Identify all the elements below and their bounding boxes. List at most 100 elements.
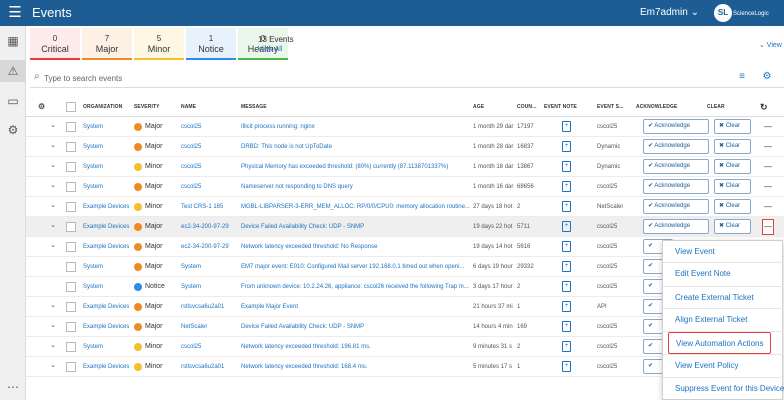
event-note-icon[interactable]: + [562,221,571,232]
view-dropdown[interactable]: ⌄ View [759,41,782,50]
hamburger-menu-icon[interactable]: ☰ [7,4,23,22]
organization-link[interactable]: System [83,277,131,297]
list-view-icon[interactable]: ≡ [736,70,748,84]
organization-link[interactable]: Example Devices [83,197,131,217]
expand-chevron-icon[interactable]: ⌄ [48,177,58,197]
events-alert-icon[interactable]: ⚠ [0,60,26,82]
row-checkbox[interactable] [66,322,76,332]
row-checkbox[interactable] [66,302,76,312]
row-checkbox[interactable] [66,142,76,152]
row-checkbox[interactable] [66,282,76,292]
row-actions-icon[interactable]: — [762,137,774,157]
row-actions-icon[interactable]: — [762,197,774,217]
device-name-link[interactable]: System [181,257,239,277]
event-note-icon[interactable]: + [562,361,571,372]
event-note-icon[interactable]: + [562,261,571,272]
col-event-source[interactable]: EVENT S... [597,97,624,117]
device-name-link[interactable]: ec2-34-200-97-29 [181,237,239,257]
device-name-link[interactable]: NetScaler [181,317,239,337]
organization-link[interactable]: System [83,257,131,277]
expand-chevron-icon[interactable]: ⌄ [48,117,58,137]
expand-chevron-icon[interactable]: ⌄ [48,157,58,177]
organization-link[interactable]: Example Devices [83,297,131,317]
device-name-link[interactable]: rstlsvcsa6u2a01 [181,297,239,317]
menu-item-view-event[interactable]: View Event [663,241,784,263]
menu-item-edit-event-note[interactable]: Edit Event Note [663,263,784,285]
row-checkbox[interactable] [66,362,76,372]
dashboard-icon[interactable]: ▦ [0,30,26,52]
acknowledge-button[interactable]: ✔ Acknowledge [643,119,709,134]
table-row[interactable]: ⌄ System Minor cscol25 Physical Memory has e… [26,157,784,177]
acknowledge-button[interactable]: ✔ Acknowledge [643,199,709,214]
device-name-link[interactable]: ec2-34-200-97-29 [181,217,239,237]
refresh-icon[interactable]: ↻ [760,97,768,117]
message-link[interactable]: EM7 major event: E010: Configured Mail s… [241,257,471,277]
message-link[interactable]: Network latency exceeded threshold: 168.… [241,357,471,377]
clear-button[interactable]: ✖ Clear [714,219,751,234]
more-nav-icon[interactable]: ⋯ [0,376,26,398]
severity-card-minor[interactable]: 5 Minor [134,28,184,60]
row-actions-icon[interactable]: — [762,219,774,235]
column-settings-icon[interactable]: ⚙ [38,97,45,117]
col-severity[interactable]: SEVERITY [134,97,160,117]
expand-chevron-icon[interactable]: ⌄ [48,357,58,377]
message-link[interactable]: MGBL-LIBPARSER-3-ERR_MEM_ALLOC: RP/0/0/C… [241,197,471,217]
event-note-icon[interactable]: + [562,301,571,312]
message-link[interactable]: Device Failed Availability Check: UDP - … [241,317,471,337]
devices-monitor-icon[interactable]: ▭ [0,90,26,112]
row-checkbox[interactable] [66,162,76,172]
expand-chevron-icon[interactable]: ⌄ [48,217,58,237]
organization-link[interactable]: System [83,117,131,137]
event-note-icon[interactable]: + [562,201,571,212]
organization-link[interactable]: Example Devices [83,237,131,257]
organization-link[interactable]: System [83,137,131,157]
col-age[interactable]: AGE [473,97,484,117]
event-note-icon[interactable]: + [562,161,571,172]
organization-link[interactable]: Example Devices [83,217,131,237]
row-checkbox[interactable] [66,342,76,352]
expand-chevron-icon[interactable]: ⌄ [48,297,58,317]
device-name-link[interactable]: cscol25 [181,137,239,157]
event-note-icon[interactable]: + [562,321,571,332]
severity-card-major[interactable]: 7 Major [82,28,132,60]
expand-chevron-icon[interactable]: ⌄ [48,337,58,357]
device-name-link[interactable]: cscol25 [181,157,239,177]
expand-chevron-icon[interactable]: ⌄ [48,137,58,157]
device-name-link[interactable]: cscol25 [181,337,239,357]
table-row[interactable]: ⌄ System Major cscol25 Illicit process runni… [26,117,784,137]
clear-button[interactable]: ✖ Clear [714,159,751,174]
organization-link[interactable]: Example Devices [83,357,131,377]
row-checkbox[interactable] [66,122,76,132]
menu-item-align-external-ticket[interactable]: Align External Ticket [663,309,784,331]
message-link[interactable]: Example Major Event [241,297,471,317]
message-link[interactable]: DRBD: This node is not UpToDate [241,137,471,157]
severity-card-critical[interactable]: 0 Critical [30,28,80,60]
organization-link[interactable]: Example Devices [83,317,131,337]
table-row[interactable]: ⌄ Example Devices Minor Test CRS-1 165 MGBL-… [26,197,784,217]
row-checkbox[interactable] [66,202,76,212]
acknowledge-button[interactable]: ✔ Acknowledge [643,159,709,174]
col-event-note[interactable]: EVENT NOTE [544,97,577,117]
table-row[interactable]: ⌄ System Major cscol25 Nameserver not respon… [26,177,784,197]
view-all-link[interactable]: View All [258,45,294,54]
device-name-link[interactable]: cscol25 [181,177,239,197]
row-actions-icon[interactable]: — [762,117,774,137]
menu-item-view-event-policy[interactable]: View Event Policy [663,355,784,377]
settings-gear-icon[interactable]: ⚙ [761,70,773,84]
message-link[interactable]: Network latency exceeded threshold: No R… [241,237,471,257]
clear-button[interactable]: ✖ Clear [714,119,751,134]
event-note-icon[interactable]: + [562,281,571,292]
expand-chevron-icon[interactable]: ⌄ [48,197,58,217]
table-row[interactable]: ⌄ Example Devices Major ec2-34-200-97-29 Dev… [26,217,784,237]
event-note-icon[interactable]: + [562,181,571,192]
col-acknowledge[interactable]: ACKNOWLEDGE [636,97,677,117]
row-checkbox[interactable] [66,182,76,192]
col-count[interactable]: COUN... [517,97,537,117]
expand-chevron-icon[interactable]: ⌄ [48,317,58,337]
message-link[interactable]: Nameserver not responding to DNS query [241,177,471,197]
expand-chevron-icon[interactable]: ⌄ [48,237,58,257]
organization-link[interactable]: System [83,177,131,197]
severity-card-notice[interactable]: 1 Notice [186,28,236,60]
device-name-link[interactable]: rstlsvcsa6u2a01 [181,357,239,377]
row-actions-icon[interactable]: — [762,157,774,177]
